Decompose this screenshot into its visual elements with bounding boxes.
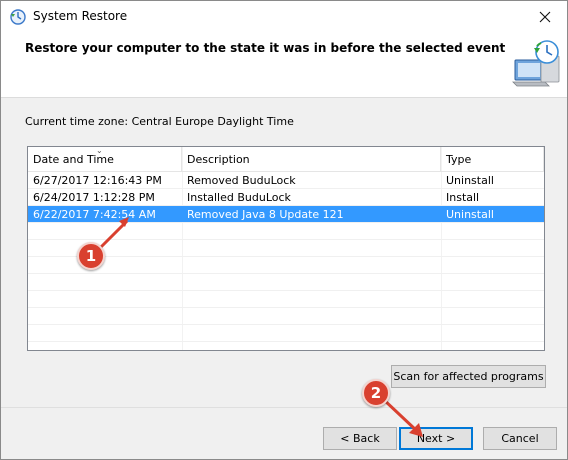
computer-restore-icon bbox=[512, 40, 560, 87]
column-header-label: Type bbox=[446, 153, 472, 166]
column-header-type[interactable]: Type bbox=[441, 147, 544, 171]
row-datetime: 6/24/2017 1:12:28 PM bbox=[33, 191, 155, 204]
wizard-header: Restore your computer to the state it wa… bbox=[1, 32, 567, 98]
header-title: Restore your computer to the state it wa… bbox=[25, 41, 506, 55]
row-datetime: 6/27/2017 12:16:43 PM bbox=[33, 174, 162, 187]
table-header: ⌄ Date and Time Description Type bbox=[28, 147, 544, 172]
timezone-label: Current time zone: Central Europe Daylig… bbox=[25, 115, 294, 128]
table-row[interactable]: 6/27/2017 12:16:43 PM Removed BuduLock U… bbox=[28, 172, 544, 189]
row-type: Install bbox=[446, 191, 480, 204]
column-header-label: Description bbox=[187, 153, 250, 166]
system-restore-window: System Restore Restore your computer to … bbox=[0, 0, 568, 460]
row-type: Uninstall bbox=[446, 174, 494, 187]
annotation-badge-1: 1 bbox=[77, 242, 105, 270]
sort-chevron-icon: ⌄ bbox=[96, 146, 103, 155]
close-button[interactable] bbox=[523, 1, 567, 32]
empty-row bbox=[28, 257, 544, 274]
annotation-arrow-icon bbox=[99, 217, 129, 249]
column-header-description[interactable]: Description bbox=[182, 147, 441, 171]
footer-separator bbox=[1, 407, 567, 408]
row-type: Uninstall bbox=[446, 208, 494, 221]
empty-row bbox=[28, 308, 544, 325]
table-row[interactable]: 6/24/2017 1:12:28 PM Installed BuduLock … bbox=[28, 189, 544, 206]
empty-row bbox=[28, 291, 544, 308]
cancel-button[interactable]: Cancel bbox=[483, 427, 557, 450]
empty-row bbox=[28, 325, 544, 342]
window-title: System Restore bbox=[33, 9, 128, 23]
close-icon bbox=[539, 11, 551, 22]
title-bar: System Restore bbox=[1, 1, 567, 32]
row-description: Removed Java 8 Update 121 bbox=[187, 208, 344, 221]
row-description: Removed BuduLock bbox=[187, 174, 296, 187]
empty-row bbox=[28, 274, 544, 291]
column-header-datetime[interactable]: ⌄ Date and Time bbox=[28, 147, 182, 171]
scan-affected-programs-button[interactable]: Scan for affected programs bbox=[391, 365, 546, 388]
system-restore-app-icon bbox=[10, 9, 26, 25]
annotation-badge-2: 2 bbox=[362, 379, 390, 407]
row-description: Installed BuduLock bbox=[187, 191, 291, 204]
